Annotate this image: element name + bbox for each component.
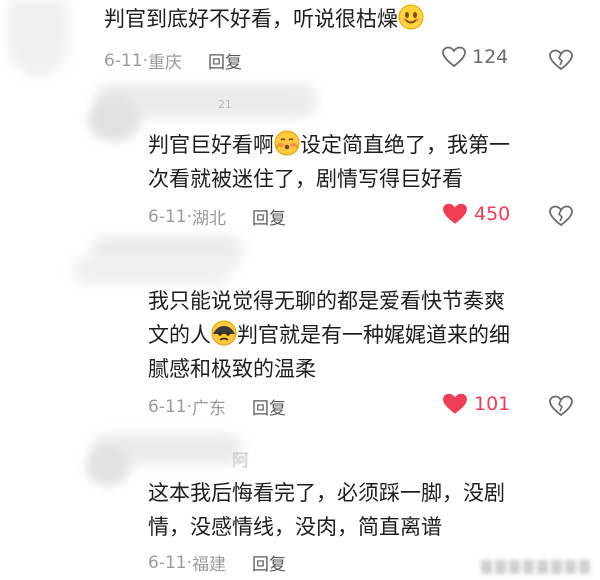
comment-date: 6-11: [148, 552, 187, 573]
comment-meta: 6-11 · 湖北 回复: [148, 204, 286, 230]
comment-date: 6-11: [104, 50, 143, 71]
heart-icon: [442, 46, 466, 68]
heart-filled-icon: [443, 203, 467, 224]
reply-button[interactable]: 回复: [252, 204, 286, 229]
blushing-emoji: [274, 130, 300, 156]
comment-location: 重庆: [148, 53, 182, 73]
like-button[interactable]: 101: [442, 392, 510, 416]
comment-meta: 6-11 · 福建 回复: [148, 550, 286, 576]
comment-text: 我只能说觉得无聊的都是爱看快节奏爽 文的人 判官就是有一种娓娓道来的细 腻感和极致…: [148, 289, 510, 381]
like-count: 124: [472, 46, 509, 68]
comment-date: 6-11: [148, 206, 187, 227]
reply-button[interactable]: 回复: [252, 394, 286, 419]
comment-meta: 6-11 · 广东 回复: [148, 394, 286, 420]
sweating-emoji: [211, 320, 237, 346]
partial-username: 阿: [232, 451, 249, 471]
comment-date: 6-11: [148, 396, 187, 417]
reply-button[interactable]: 回复: [252, 550, 286, 575]
comment-location: 广东: [192, 399, 226, 419]
broken-heart-icon[interactable]: [548, 204, 574, 228]
blurred-avatar: [88, 96, 140, 142]
partial-badge: 21: [218, 98, 232, 111]
heart-filled-icon: [443, 393, 467, 414]
comment-meta: 6-11 · 重庆 回复: [104, 48, 242, 74]
like-button[interactable]: 450: [442, 202, 510, 226]
like-count: 101: [474, 393, 511, 415]
blurred-username: [72, 256, 232, 284]
comment-text: 这本我后悔看完了，必须踩一脚，没剧 情，没感情线，没肉，简直离谱: [148, 481, 505, 539]
comment-location: 湖北: [192, 209, 226, 229]
comment-location: 福建: [192, 555, 226, 575]
comment-text: 判官巨好看啊 设定简直绝了，我第一 次看就被迷住了，剧情写得巨好看: [148, 128, 510, 196]
blurred-avatar: [86, 446, 130, 486]
broken-heart-icon[interactable]: [548, 48, 574, 72]
comment-text: 判官到底好不好看，听说很枯燥: [104, 2, 424, 36]
smile-emoji: [398, 4, 424, 30]
watermark: [481, 560, 590, 574]
like-button[interactable]: 124: [442, 46, 508, 68]
like-count: 450: [474, 203, 511, 225]
reply-button[interactable]: 回复: [208, 48, 242, 73]
blurred-avatar: [8, 0, 68, 76]
broken-heart-icon[interactable]: [548, 394, 574, 418]
